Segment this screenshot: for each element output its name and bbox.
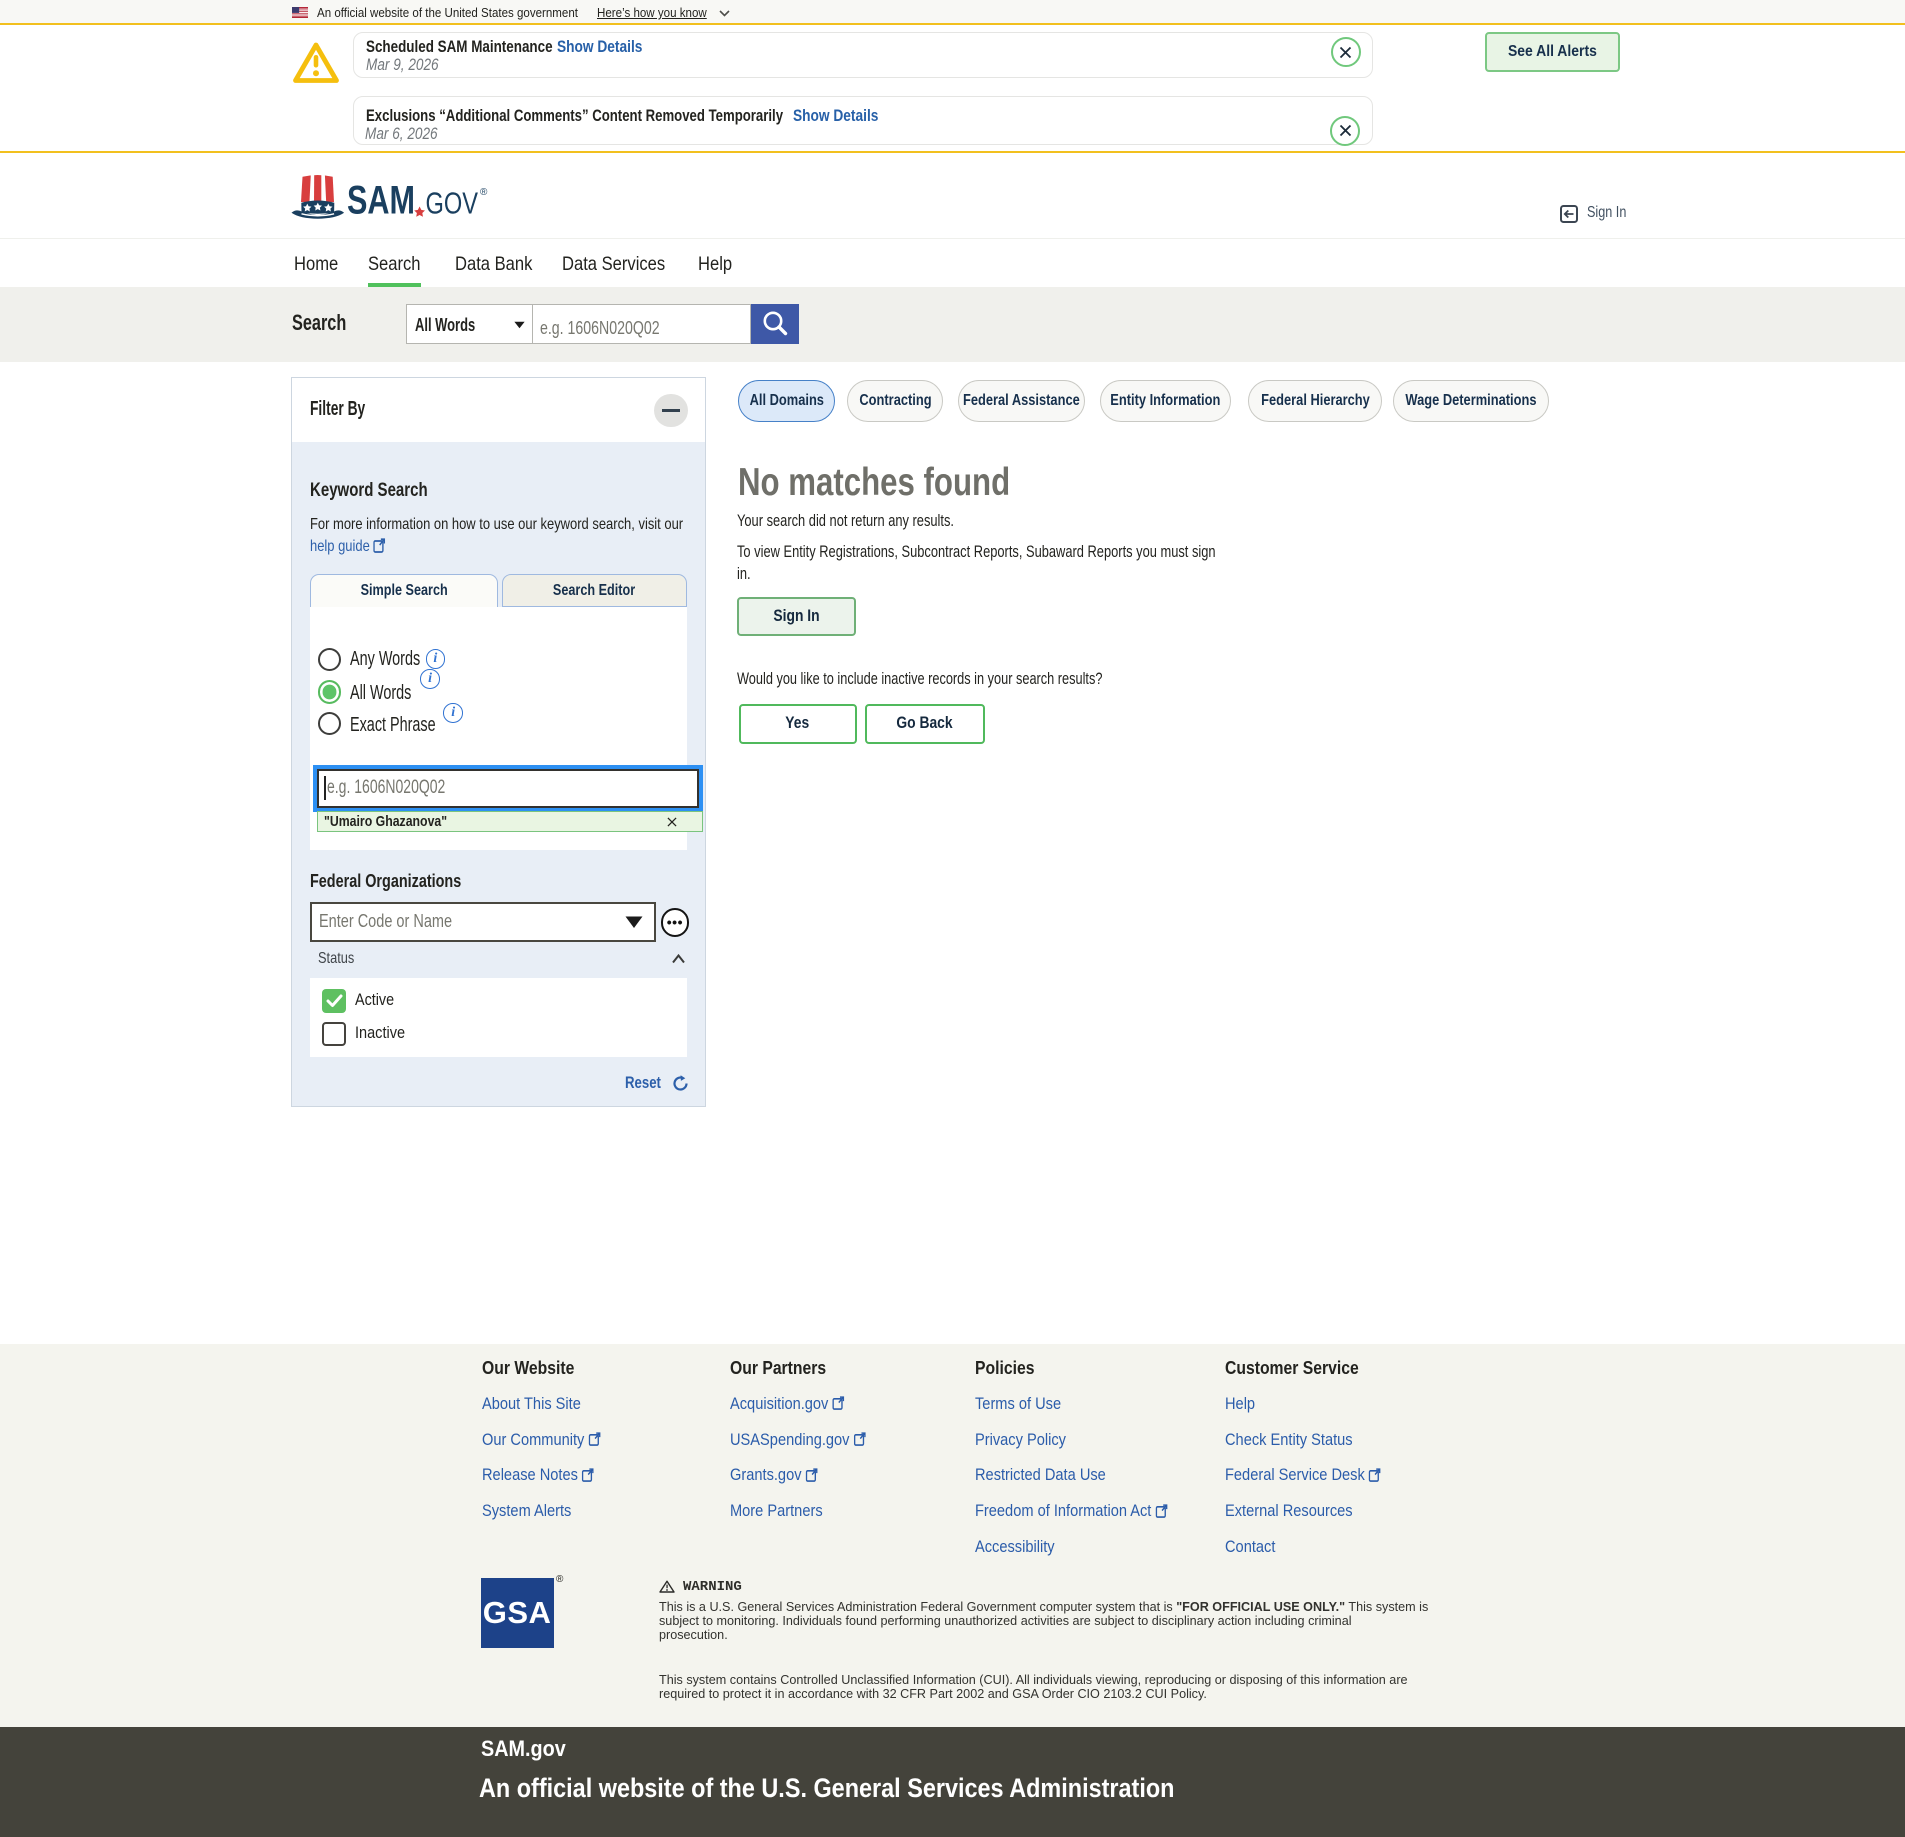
svg-text:SAM: SAM	[347, 179, 415, 220]
svg-text:®: ®	[480, 187, 488, 198]
svg-text:GOV: GOV	[426, 186, 479, 220]
